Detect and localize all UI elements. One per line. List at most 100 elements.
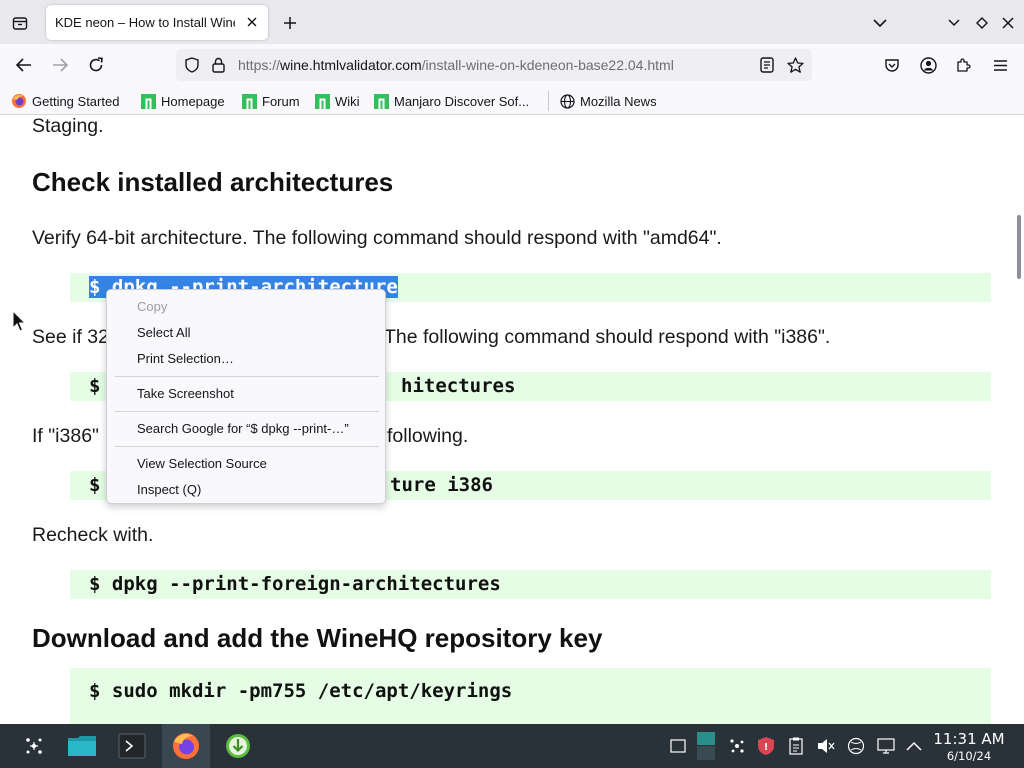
close-icon: [1002, 17, 1014, 29]
mouse-cursor-icon: [12, 310, 26, 332]
bookmark-label: Wiki: [335, 93, 360, 109]
puzzle-icon: [957, 58, 971, 72]
back-button[interactable]: [11, 53, 37, 77]
application-launcher[interactable]: [14, 724, 54, 768]
manjaro-icon: [373, 93, 389, 109]
menu-item-search-google[interactable]: Search Google for “$ dpkg --print-…”: [137, 420, 349, 438]
tab-title: KDE neon – How to Install Wine on KDE ne…: [55, 15, 235, 30]
forward-button[interactable]: [47, 53, 73, 77]
bookmark-label: Forum: [262, 93, 300, 109]
url-text[interactable]: https://wine.htmlvalidator.com/install-w…: [238, 57, 674, 73]
manjaro-icon: [140, 93, 156, 109]
clipboard-icon[interactable]: [786, 736, 806, 756]
bookmark-star-icon[interactable]: [786, 56, 804, 74]
bookmark-wiki[interactable]: Wiki: [314, 91, 360, 111]
tab-close-button[interactable]: [244, 14, 260, 30]
bookmark-forum[interactable]: Forum: [241, 91, 300, 111]
minimize-icon: [948, 19, 960, 27]
tab-list-icon: [12, 17, 28, 30]
code-block[interactable]: $ sudo mkdir -pm755 /etc/apt/keyrings: [70, 668, 991, 724]
kde-connect-icon[interactable]: [727, 736, 747, 756]
clock-time[interactable]: 11:31 AM: [928, 730, 1010, 748]
kde-launcher-icon: [26, 738, 42, 754]
site-info-shield-icon[interactable]: [183, 56, 201, 74]
pocket-button[interactable]: [879, 53, 905, 77]
alert-badge: !: [764, 742, 769, 753]
reader-view-icon[interactable]: [758, 56, 776, 74]
plus-icon: [284, 17, 296, 29]
url-path: /install-wine-on-kdeneon-base22.04.html: [421, 57, 674, 73]
bookmark-label: Manjaro Discover Sof...: [394, 93, 530, 109]
folder-icon: [68, 736, 96, 756]
menu-separator: [115, 411, 379, 412]
clock-date[interactable]: 6/10/24: [928, 749, 1010, 763]
update-alert-icon[interactable]: !: [756, 736, 776, 756]
back-arrow-icon: [16, 58, 31, 72]
menu-item-print-selection[interactable]: Print Selection…: [137, 350, 234, 368]
account-button[interactable]: [915, 53, 941, 77]
paragraph-text-start: See if 32: [32, 326, 109, 348]
bookmark-mozilla-news[interactable]: Mozilla News: [559, 91, 657, 111]
taskbar-discover[interactable]: [218, 724, 258, 768]
chevron-down-icon: [873, 19, 887, 28]
volume-muted-icon[interactable]: [816, 736, 836, 756]
vertical-scrollbar[interactable]: [1017, 215, 1021, 279]
bookmark-label: Homepage: [161, 93, 225, 109]
manjaro-icon: [241, 93, 257, 109]
code-prompt: $: [89, 474, 101, 496]
bookmarks-toolbar: Getting Started Homepage Forum Wiki Manj…: [0, 86, 1024, 115]
taskbar-file-manager[interactable]: [62, 724, 102, 768]
maximize-button[interactable]: [971, 12, 993, 34]
close-window-button[interactable]: [997, 12, 1019, 34]
new-tab-button[interactable]: [278, 11, 302, 35]
bookmark-manjaro-discover[interactable]: Manjaro Discover Sof...: [373, 91, 529, 111]
code-text: $ sudo mkdir -pm755 /etc/apt/keyrings: [89, 680, 513, 702]
code-text: hitectures: [401, 375, 516, 397]
extensions-button[interactable]: [951, 53, 977, 77]
navigation-toolbar: https://wine.htmlvalidator.com/install-w…: [0, 44, 1024, 86]
bookmark-homepage[interactable]: Homepage: [140, 91, 225, 111]
lock-icon[interactable]: [209, 56, 227, 74]
paragraph-text-start: If "i386": [32, 425, 99, 447]
menu-item-select-all[interactable]: Select All: [137, 324, 190, 342]
app-menu-button[interactable]: [987, 53, 1013, 77]
menu-item-inspect[interactable]: Inspect (Q): [137, 481, 201, 499]
close-icon: [247, 17, 257, 27]
globe-icon: [559, 93, 575, 109]
tab-bar: KDE neon – How to Install Wine on KDE ne…: [0, 0, 1024, 44]
minimize-button[interactable]: [943, 12, 965, 34]
network-icon[interactable]: [846, 736, 866, 756]
code-text: $ dpkg --print-foreign-architectures: [89, 573, 501, 595]
reload-button[interactable]: [83, 53, 109, 77]
download-software-icon: [226, 734, 250, 758]
paragraph-text: Recheck with.: [32, 524, 154, 546]
tray-expand-chevron-up-icon[interactable]: [904, 736, 924, 756]
paragraph-text-end: following.: [387, 425, 469, 447]
account-icon: [919, 56, 937, 74]
paragraph-text: Verify 64-bit architecture. The followin…: [32, 227, 722, 249]
maximize-icon: [976, 17, 988, 29]
url-scheme: https://: [238, 57, 281, 73]
address-bar[interactable]: https://wine.htmlvalidator.com/install-w…: [176, 49, 812, 81]
bookmark-getting-started[interactable]: Getting Started: [11, 91, 119, 111]
virtual-desktop-pager[interactable]: [697, 732, 715, 760]
context-menu: Copy Select All Print Selection… Take Sc…: [106, 289, 386, 504]
menu-item-take-screenshot[interactable]: Take Screenshot: [137, 385, 234, 403]
manjaro-icon: [314, 93, 330, 109]
taskbar-firefox[interactable]: [162, 724, 210, 768]
taskbar-terminal[interactable]: [112, 724, 152, 768]
terminal-icon: [118, 733, 146, 759]
forward-arrow-icon: [53, 58, 68, 72]
menu-item-view-selection-source[interactable]: View Selection Source: [137, 455, 267, 473]
section-heading: Download and add the WineHQ repository k…: [32, 623, 603, 653]
active-tab[interactable]: KDE neon – How to Install Wine on KDE ne…: [46, 5, 268, 40]
code-block[interactable]: $ dpkg --print-foreign-architectures: [70, 570, 991, 599]
tab-list-button[interactable]: [8, 11, 32, 35]
menu-item-copy[interactable]: Copy: [137, 298, 167, 316]
bookmark-separator: [548, 91, 549, 111]
list-all-tabs-button[interactable]: [869, 12, 891, 34]
display-settings-icon[interactable]: [876, 736, 896, 756]
pocket-icon: [885, 59, 899, 72]
paragraph-text-end: The following command should respond wit…: [384, 326, 831, 348]
show-desktop-icon[interactable]: [668, 736, 688, 756]
